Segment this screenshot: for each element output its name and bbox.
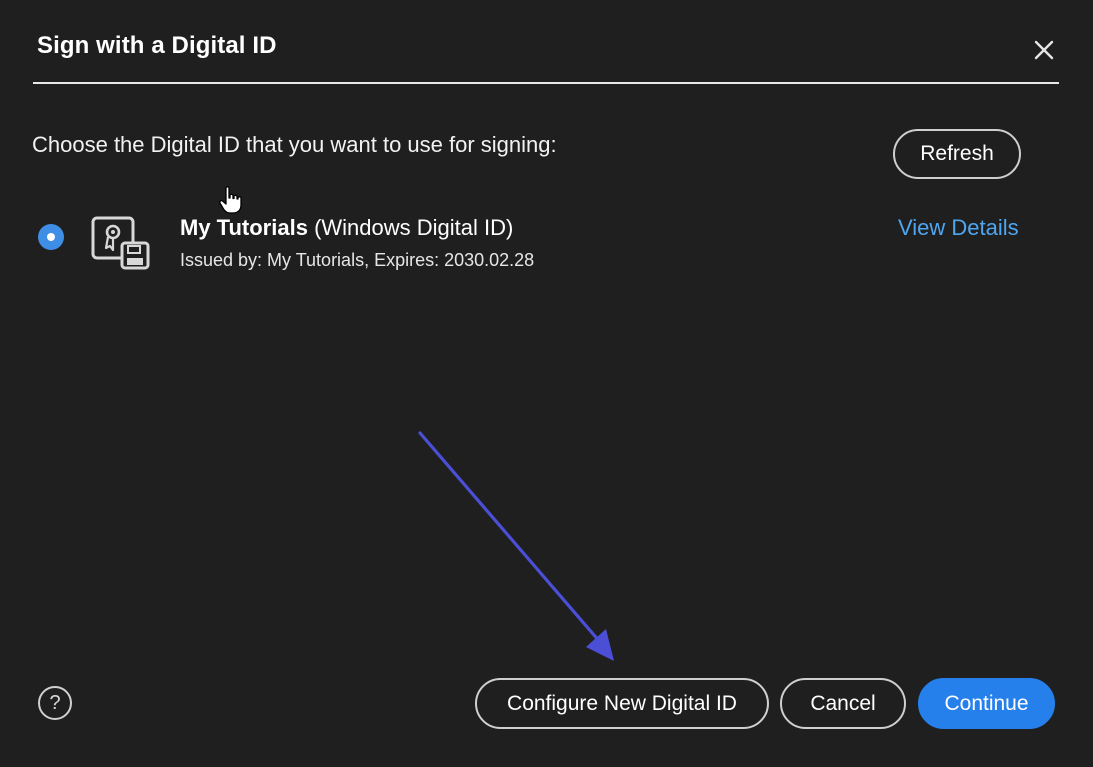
close-icon (1034, 40, 1054, 60)
digital-id-type: (Windows Digital ID) (307, 215, 514, 240)
certificate-icon (91, 216, 150, 270)
configure-new-digital-id-button[interactable]: Configure New Digital ID (475, 678, 769, 729)
cancel-button[interactable]: Cancel (780, 678, 906, 729)
digital-id-name-bold: My Tutorials (180, 215, 308, 240)
close-button[interactable] (1028, 34, 1060, 66)
annotation-arrow (418, 431, 614, 661)
digital-id-row[interactable]: My Tutorials (Windows Digital ID) Issued… (0, 200, 1093, 290)
digital-id-issued-by: Issued by: My Tutorials, Expires: 2030.0… (180, 250, 535, 270)
choose-id-prompt: Choose the Digital ID that you want to u… (32, 132, 557, 157)
hand-cursor-icon (219, 186, 242, 214)
dialog-title: Sign with a Digital ID (37, 32, 277, 59)
refresh-button[interactable]: Refresh (893, 129, 1021, 179)
radio-selected-icon[interactable] (38, 224, 64, 250)
title-divider (33, 82, 1059, 84)
sign-digital-id-dialog: Sign with a Digital ID Choose the Digita… (0, 0, 1093, 767)
continue-button[interactable]: Continue (918, 678, 1055, 729)
view-details-link[interactable]: View Details (898, 215, 1019, 241)
help-button[interactable]: ? (38, 686, 72, 720)
digital-id-name: My Tutorials (Windows Digital ID) (180, 215, 513, 241)
